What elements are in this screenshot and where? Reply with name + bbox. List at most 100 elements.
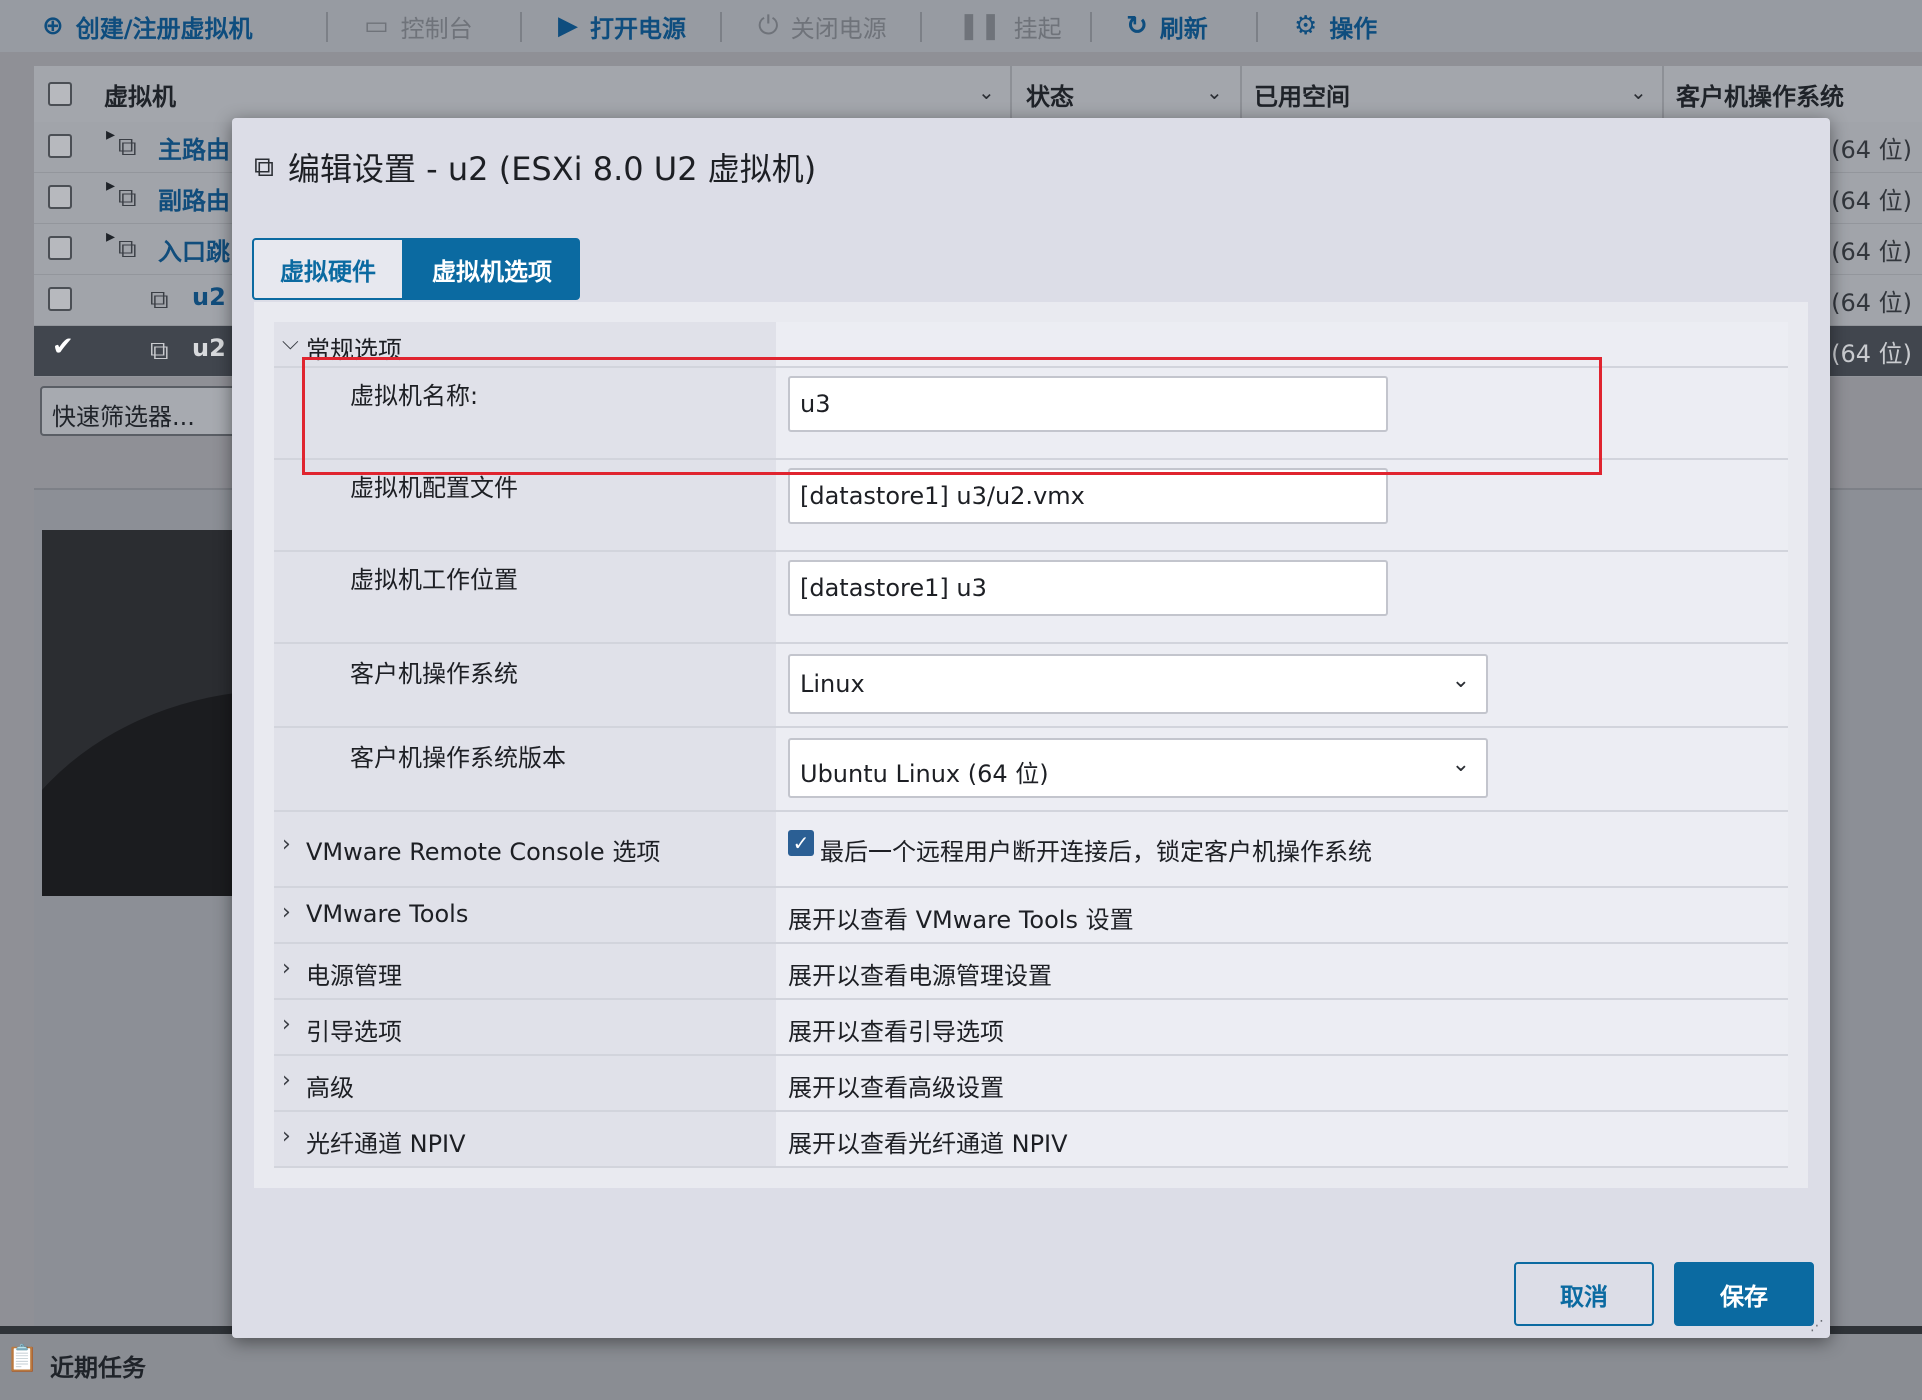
edit-settings-dialog: ⧉ 编辑设置 - u2 (ESXi 8.0 U2 虚拟机) 虚拟硬件 虚拟机选项…	[232, 118, 1830, 1338]
section-value: 展开以查看光纤通道 NPIV	[788, 1130, 1068, 1158]
section-value: 展开以查看电源管理设置	[788, 962, 1052, 990]
column-header-status[interactable]: 状态	[1026, 66, 1074, 122]
section-power-management[interactable]: › 电源管理 展开以查看电源管理设置	[274, 944, 1788, 1000]
column-header-used-space[interactable]: 已用空间	[1254, 66, 1350, 122]
vm-grid-header: 虚拟机 ⌄ 状态 ⌄ 已用空间 ⌄ 客户机操作系统	[34, 66, 1922, 122]
power-off-button[interactable]: ⏻ 关闭电源	[758, 10, 887, 43]
expand-icon[interactable]: ▸	[106, 124, 115, 145]
vm-name-link[interactable]: 入口跳	[158, 232, 230, 267]
pause-icon: ❚❚	[958, 11, 1002, 41]
vm-icon: ⧉	[254, 150, 274, 183]
monitor-icon: ▭	[364, 11, 389, 41]
chevron-right-icon[interactable]: ›	[282, 956, 291, 981]
config-file-input[interactable]: [datastore1] u3/u2.vmx	[788, 468, 1388, 524]
vm-icon: ⧉	[150, 285, 169, 315]
section-label: VMware Remote Console 选项	[306, 838, 661, 866]
guest-os-version-select[interactable]: Ubuntu Linux (64 位) ⌄	[788, 738, 1488, 798]
expand-icon[interactable]: ▸	[106, 226, 115, 247]
chevron-down-icon[interactable]: ⌄	[1206, 80, 1223, 104]
section-general[interactable]: ⌵ 常规选项	[274, 322, 1788, 368]
tab-vm-options[interactable]: 虚拟机选项	[404, 238, 580, 300]
section-value: 展开以查看引导选项	[788, 1018, 1004, 1046]
section-advanced[interactable]: › 高级 展开以查看高级设置	[274, 1056, 1788, 1112]
vm-name-link[interactable]: 副路由	[158, 181, 230, 216]
vm-icon: ⧉	[150, 336, 169, 366]
section-label: VMware Tools	[306, 900, 469, 928]
section-label: 引导选项	[306, 1018, 402, 1046]
select-all-checkbox[interactable]	[48, 82, 72, 106]
console-thumbnail[interactable]	[42, 530, 242, 896]
power-icon: ⏻	[758, 11, 779, 41]
dialog-title: ⧉ 编辑设置 - u2 (ESXi 8.0 U2 虚拟机)	[254, 150, 817, 188]
section-value: 展开以查看 VMware Tools 设置	[788, 906, 1134, 934]
tab-virtual-hardware[interactable]: 虚拟硬件	[252, 238, 404, 300]
play-icon: ▶	[558, 11, 578, 41]
chevron-down-icon[interactable]: ⌄	[978, 80, 995, 104]
chevron-down-icon: ⌄	[1451, 752, 1470, 777]
expand-icon[interactable]: ▸	[106, 175, 115, 196]
guest-os-select[interactable]: Linux ⌄	[788, 654, 1488, 714]
section-boot-options[interactable]: › 引导选项 展开以查看引导选项	[274, 1000, 1788, 1056]
config-file-row: 虚拟机配置文件 [datastore1] u3/u2.vmx	[274, 460, 1788, 552]
chevron-down-icon[interactable]: ⌵	[282, 330, 299, 355]
column-header-guest-os[interactable]: 客户机操作系统	[1676, 66, 1844, 122]
guest-os-cell: (64 位)	[1831, 238, 1912, 266]
chevron-right-icon[interactable]: ›	[282, 1068, 291, 1093]
vm-options-panel: ⌵ 常规选项 虚拟机名称: u3 虚拟机配置文件 [datastore1] u3…	[254, 302, 1808, 1188]
vm-icon: ⧉	[118, 183, 137, 213]
config-file-label: 虚拟机配置文件	[350, 474, 518, 502]
column-header-vm[interactable]: 虚拟机	[104, 66, 176, 122]
toolbar: ⊕ 创建/注册虚拟机 ▭ 控制台 ▶ 打开电源 ⏻ 关闭电源 ❚❚ 挂起 ↻ 刷…	[0, 0, 1922, 52]
chevron-right-icon[interactable]: ›	[282, 900, 291, 925]
guest-os-version-row: 客户机操作系统版本 Ubuntu Linux (64 位) ⌄	[274, 728, 1788, 812]
vm-name-row: 虚拟机名称: u3	[274, 368, 1788, 460]
vm-name-link[interactable]: u2	[192, 283, 226, 311]
row-checkbox[interactable]	[48, 134, 72, 158]
section-label: 高级	[306, 1074, 354, 1102]
vm-name-link[interactable]: 主路由	[158, 130, 230, 165]
clipboard-icon: 📋	[6, 1344, 39, 1374]
actions-button[interactable]: ⚙ 操作	[1294, 10, 1377, 43]
options-table: ⌵ 常规选项 虚拟机名称: u3 虚拟机配置文件 [datastore1] u3…	[274, 322, 1788, 1168]
lock-guest-os-checkbox[interactable]: ✓	[788, 830, 814, 856]
create-vm-icon: ⊕	[42, 11, 64, 41]
row-checkbox[interactable]	[48, 236, 72, 260]
vm-icon: ⧉	[118, 234, 137, 264]
dialog-tabs: 虚拟硬件 虚拟机选项	[252, 238, 580, 300]
vm-name-label: 虚拟机名称:	[350, 382, 479, 410]
quick-filter-input[interactable]: 快速筛选器...	[40, 386, 240, 436]
guest-os-version-label: 客户机操作系统版本	[350, 744, 566, 772]
checkmark-icon[interactable]: ✔	[52, 332, 74, 362]
guest-os-cell: (64 位)	[1831, 136, 1912, 164]
section-vmware-tools[interactable]: › VMware Tools 展开以查看 VMware Tools 设置	[274, 888, 1788, 944]
chevron-right-icon[interactable]: ›	[282, 1124, 291, 1149]
row-checkbox[interactable]	[48, 287, 72, 311]
section-fibre-channel-npiv[interactable]: › 光纤通道 NPIV 展开以查看光纤通道 NPIV	[274, 1112, 1788, 1168]
power-on-button[interactable]: ▶ 打开电源	[558, 10, 686, 43]
guest-os-label: 客户机操作系统	[350, 660, 518, 688]
section-remote-console[interactable]: › VMware Remote Console 选项 ✓ 最后一个远程用户断开连…	[274, 812, 1788, 888]
save-button[interactable]: 保存	[1674, 1262, 1814, 1326]
chevron-right-icon[interactable]: ›	[282, 1012, 291, 1037]
guest-os-cell: (64 位)	[1831, 340, 1912, 368]
cancel-button[interactable]: 取消	[1514, 1262, 1654, 1326]
vm-name-input[interactable]: u3	[788, 376, 1388, 432]
work-dir-label: 虚拟机工作位置	[350, 566, 518, 594]
guest-os-row: 客户机操作系统 Linux ⌄	[274, 644, 1788, 728]
refresh-button[interactable]: ↻ 刷新	[1126, 10, 1208, 43]
row-checkbox[interactable]	[48, 185, 72, 209]
chevron-down-icon[interactable]: ⌄	[1630, 80, 1647, 104]
create-vm-button[interactable]: ⊕ 创建/注册虚拟机	[42, 10, 253, 43]
console-button[interactable]: ▭ 控制台	[364, 10, 473, 43]
chevron-down-icon: ⌄	[1451, 668, 1470, 693]
section-label: 电源管理	[306, 962, 402, 990]
suspend-button[interactable]: ❚❚ 挂起	[958, 10, 1062, 43]
vm-icon: ⧉	[118, 132, 137, 162]
gear-icon: ⚙	[1294, 11, 1318, 41]
work-dir-row: 虚拟机工作位置 [datastore1] u3	[274, 552, 1788, 644]
guest-os-cell: (64 位)	[1831, 289, 1912, 317]
work-dir-input[interactable]: [datastore1] u3	[788, 560, 1388, 616]
lock-guest-os-text: 最后一个远程用户断开连接后，锁定客户机操作系统	[820, 838, 1372, 866]
vm-name-link[interactable]: u2	[192, 334, 226, 362]
chevron-right-icon[interactable]: ›	[282, 832, 291, 857]
